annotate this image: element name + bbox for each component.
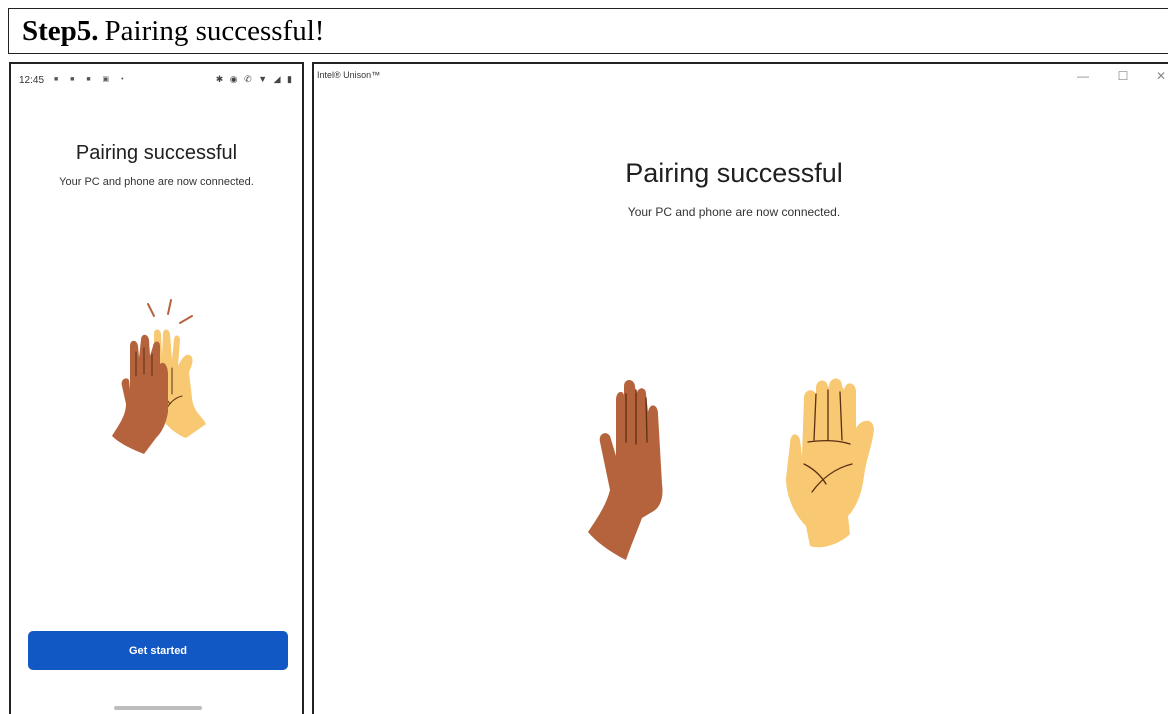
- minimize-icon[interactable]: —: [1068, 66, 1098, 86]
- phone-page-title: Pairing successful: [75, 142, 238, 164]
- get-started-button[interactable]: Get started: [28, 631, 288, 670]
- sparkle-line: [179, 315, 193, 324]
- light-hand-shape: [786, 378, 874, 548]
- dark-hand-illustration: [588, 380, 663, 560]
- gesture-nav-bar[interactable]: [114, 706, 202, 710]
- step-header: Step5. Pairing successful!: [8, 8, 1168, 54]
- sparkle-line: [147, 303, 155, 317]
- close-icon[interactable]: ✕: [1146, 66, 1168, 86]
- pc-app-window: Intel® Unison™ — ☐ ✕ Pairing successful …: [312, 62, 1168, 714]
- step-title: Pairing successful!: [104, 14, 325, 47]
- phone-page-subtitle: Your PC and phone are now connected.: [59, 176, 254, 188]
- window-title: Intel® Unison™: [317, 70, 381, 80]
- maximize-icon[interactable]: ☐: [1108, 66, 1138, 86]
- pc-page-title: Pairing successful: [625, 158, 843, 188]
- sparkle-line: [167, 299, 172, 315]
- status-time: 12:45: [19, 75, 45, 86]
- high-five-illustration: [112, 299, 206, 454]
- step-number: Step5.: [22, 14, 99, 47]
- status-bar: 12:45 ■ ■ ■ ▣ • ✱ ◉ ✆ ▼ ◢ ▮: [11, 64, 302, 96]
- notification-icons: ■ ■ ■ ▣ •: [54, 76, 129, 83]
- phone-screen: 12:45 ■ ■ ■ ▣ • ✱ ◉ ✆ ▼ ◢ ▮ Pairing succ…: [9, 62, 304, 714]
- light-hand-illustration: [786, 378, 874, 548]
- dark-hand: [112, 334, 168, 454]
- dark-hand-shape: [588, 380, 663, 560]
- system-status-icons: ✱ ◉ ✆ ▼ ◢ ▮: [215, 74, 294, 84]
- pc-page-subtitle: Your PC and phone are now connected.: [627, 205, 841, 219]
